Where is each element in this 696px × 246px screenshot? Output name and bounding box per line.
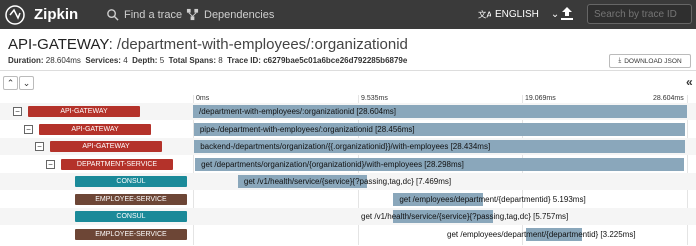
trace-span-name: : /department-with-employees/:organizati… <box>108 36 408 53</box>
span-toggle-icon[interactable]: − <box>46 159 55 169</box>
span-row[interactable]: − API-GATEWAY backend-/departments/organiz… <box>0 138 696 155</box>
zipkin-logo-icon[interactable] <box>4 4 26 26</box>
span-label: get /employees/department/{departmentid}… <box>447 229 636 239</box>
tick-label: 0ms <box>196 95 210 102</box>
nav-dependencies-label: Dependencies <box>204 8 275 21</box>
services-value: 4 <box>123 56 128 65</box>
tick-label: 19.069ms <box>525 95 556 102</box>
service-badge: DEPARTMENT-SERVICE <box>61 158 173 170</box>
tick-label: 9.535ms <box>361 95 388 102</box>
nav-find-trace[interactable]: Find a trace <box>106 8 182 21</box>
top-bar: Zipkin Find a trace Dependencies 文A ENGL… <box>0 0 696 29</box>
chevron-down-icon: ⌄ <box>22 77 31 88</box>
total-spans-label: Total Spans: <box>168 56 217 65</box>
services-label: Services: <box>85 56 121 65</box>
span-label: /department-with-employees/:organization… <box>199 107 396 116</box>
trace-id-search-input[interactable] <box>587 4 692 24</box>
trace-id-value: c6279bae5c01a6bce26d792285b6879e <box>263 56 408 65</box>
span-row[interactable]: EMPLOYEE-SERVICE get /employees/departmen… <box>0 191 696 208</box>
span-label: get /departments/organization/{organizat… <box>201 159 464 169</box>
collapse-all-button[interactable]: ⌃ <box>3 76 18 90</box>
span-label: backend-/departments/organization/{{.org… <box>200 142 491 151</box>
depth-value: 5 <box>159 56 165 65</box>
language-selector[interactable]: 文A ENGLISH ⌄ <box>478 8 559 21</box>
depth-label: Depth: <box>132 56 158 65</box>
service-badge: API-GATEWAY <box>28 106 140 117</box>
duration-value: 28.604ms <box>45 56 81 65</box>
duration-label: Duration: <box>8 56 44 65</box>
span-label: get /v1/health/service/{service}{?passin… <box>243 177 452 186</box>
service-badge: CONSUL <box>75 211 187 222</box>
span-toggle-icon[interactable]: − <box>24 124 33 134</box>
service-badge: EMPLOYEE-SERVICE <box>75 193 187 205</box>
span-label: get /employees/department/{departmentid}… <box>399 194 586 204</box>
span-row[interactable]: − API-GATEWAY pipe-/department-with-employ… <box>0 121 696 138</box>
download-json-button[interactable]: ⤓ DOWNLOAD JSON <box>609 54 691 68</box>
span-label: get /v1/health/service/{service}{?passin… <box>361 212 569 221</box>
chevron-down-icon: ⌄ <box>550 9 560 20</box>
span-row[interactable]: EMPLOYEE-SERVICE get /employees/departmen… <box>0 226 696 243</box>
span-label: pipe-/department-with-employees/:organiz… <box>199 124 415 134</box>
span-row[interactable]: CONSUL get /v1/health/service/{service}{?… <box>0 208 696 225</box>
service-badge: API-GATEWAY <box>50 141 162 152</box>
expand-all-button[interactable]: ⌄ <box>19 76 34 90</box>
brand-name[interactable]: Zipkin <box>34 6 78 23</box>
service-badge: API-GATEWAY <box>39 123 151 135</box>
chevron-up-icon: ⌃ <box>6 77 15 88</box>
language-label: ENGLISH <box>495 9 539 20</box>
trace-service-name: API-GATEWAY <box>8 36 109 53</box>
divider <box>0 70 696 71</box>
search-icon <box>107 9 119 21</box>
download-json-label: DOWNLOAD JSON <box>624 57 682 65</box>
svg-text:文A: 文A <box>478 9 491 19</box>
tick-label: 28.604ms <box>653 95 684 102</box>
trace-id-label: Trace ID: <box>227 56 261 65</box>
span-toggle-icon[interactable]: − <box>35 142 44 151</box>
span-row[interactable]: − API-GATEWAY/department-with-employees/:… <box>0 103 696 120</box>
span-row[interactable]: − DEPARTMENT-SERVICE get /departments/orga… <box>0 156 696 173</box>
upload-icon[interactable] <box>560 6 574 22</box>
trace-summary: Duration: 28.604ms Services: 4 Depth: 5 … <box>8 56 407 65</box>
nav-dependencies[interactable]: Dependencies <box>186 8 274 21</box>
total-spans-value: 8 <box>218 56 223 65</box>
page-title: API-GATEWAY: /department-with-employees/… <box>8 36 408 53</box>
span-row[interactable]: CONSUL get /v1/health/service/{service}{?… <box>0 173 696 190</box>
translate-icon: 文A <box>478 9 491 19</box>
service-badge: CONSUL <box>75 176 187 187</box>
dependencies-icon <box>186 8 199 21</box>
span-toggle-icon[interactable]: − <box>13 107 22 116</box>
download-icon: ⤓ <box>618 57 622 64</box>
collapse-panel-icon[interactable]: « <box>686 75 693 89</box>
nav-find-trace-label: Find a trace <box>124 8 183 21</box>
service-badge: EMPLOYEE-SERVICE <box>75 228 187 240</box>
